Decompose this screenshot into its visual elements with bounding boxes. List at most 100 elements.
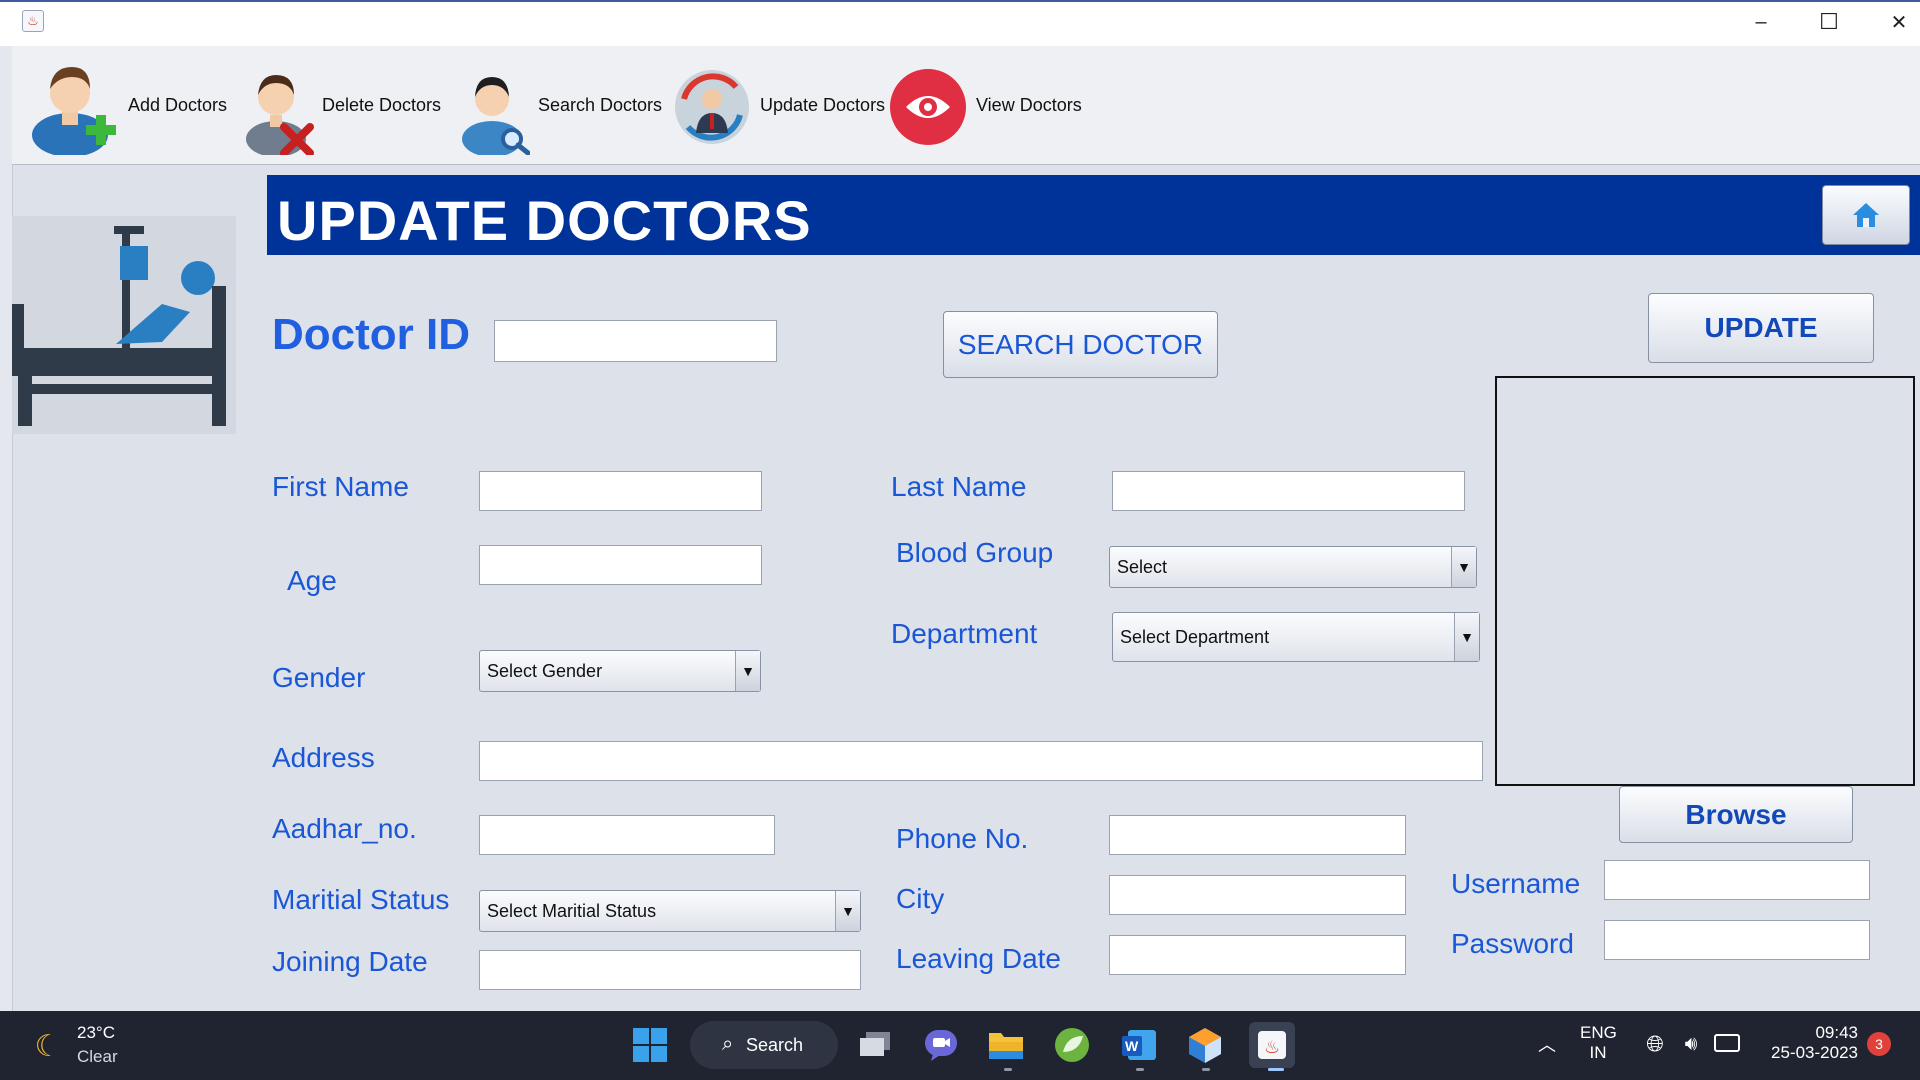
teams-chat-icon[interactable] [918,1022,964,1068]
doctor-id-label: Doctor ID [272,310,470,359]
browse-button[interactable]: Browse [1619,786,1853,843]
first-name-input[interactable] [479,471,762,511]
marital-status-select-value: Select Maritial Status [487,900,657,921]
weather-condition: Clear [77,1047,118,1066]
volume-icon[interactable]: 🔊︎ [1677,1030,1705,1058]
leaving-date-label: Leaving Date [896,943,1062,974]
toolbar-delete-doctors[interactable]: Delete Doctors [244,46,441,164]
update-button[interactable]: UPDATE [1648,293,1874,363]
taskbar-search[interactable]: ⌕ Search [690,1021,838,1069]
windows-start-button[interactable] [627,1022,673,1068]
blood-group-select[interactable]: Select ▼ [1109,546,1477,588]
leaving-date-input[interactable] [1109,935,1406,975]
address-label: Address [272,742,375,773]
joining-date-input[interactable] [479,950,861,990]
chevron-up-icon[interactable]: ︿ [1535,1030,1559,1058]
java-app-icon: ♨ [22,10,44,32]
weather-temp[interactable]: 23°C [77,1023,115,1043]
page-title: UPDATE DOCTORS [277,189,812,252]
clock-time: 09:43 [1815,1023,1858,1042]
phone-input[interactable] [1109,815,1406,855]
username-label: Username [1451,868,1581,899]
search-doctors-label: Search Doctors [538,94,663,115]
netbeans-icon[interactable] [1182,1022,1228,1068]
age-label: Age [287,565,337,596]
view-doctors-label: View Doctors [976,94,1082,115]
last-name-input[interactable] [1112,471,1465,511]
svg-text:W: W [1125,1038,1139,1054]
password-label: Password [1451,928,1574,959]
running-indicator [1202,1068,1210,1071]
city-label: City [896,883,945,914]
minimize-button[interactable]: – [1738,6,1784,38]
clock-date: 25-03-2023 [1771,1043,1858,1062]
view-doctor-icon [888,55,968,155]
password-input[interactable] [1604,920,1870,960]
city-input[interactable] [1109,875,1406,915]
department-select-value: Select Department [1120,626,1270,647]
task-view-icon[interactable] [853,1022,899,1068]
toolbar-search-doctors[interactable]: Search Doctors [460,46,662,164]
region-code: IN [1589,1043,1607,1062]
taskbar-search-label: Search [746,1034,804,1055]
spring-tool-icon[interactable] [1049,1022,1095,1068]
delete-doctors-label: Delete Doctors [322,94,442,115]
running-indicator [1136,1068,1144,1071]
moon-weather-icon: ☾ [34,1029,62,1063]
toolbar-add-doctors[interactable]: Add Doctors [28,46,227,164]
notification-badge[interactable]: 3 [1867,1032,1891,1056]
add-doctors-label: Add Doctors [128,94,228,115]
word-icon[interactable]: W [1116,1022,1162,1068]
home-icon [1853,203,1879,227]
first-name-label: First Name [272,471,409,502]
age-input[interactable] [479,545,762,585]
gender-label: Gender [272,662,366,693]
update-doctor-icon [672,55,752,155]
maximize-button[interactable]: ☐ [1806,6,1852,38]
marital-status-label: Maritial Status [272,884,450,915]
home-button[interactable] [1822,185,1910,245]
language-indicator[interactable]: ENG IN [1580,1023,1617,1063]
close-button[interactable]: ✕ [1876,6,1920,38]
toolbar-update-doctors[interactable]: Update Doctors [672,46,885,164]
toolbar: Add Doctors Delete Doctors Search Doctor… [12,46,1920,165]
username-input[interactable] [1604,860,1870,900]
search-doctor-button[interactable]: SEARCH DOCTOR [943,311,1218,378]
network-icon[interactable]: 🌐︎ [1641,1030,1669,1058]
last-name-label: Last Name [891,471,1027,502]
hospital-bed-icon [12,216,236,434]
blood-group-label: Blood Group [896,537,1054,568]
chevron-down-icon: ▼ [735,651,760,691]
chevron-down-icon: ▼ [835,891,860,931]
search-doctor-icon [460,55,531,157]
marital-status-select[interactable]: Select Maritial Status ▼ [479,890,861,932]
battery-icon[interactable] [1714,1034,1740,1052]
doctor-id-input[interactable] [494,320,777,362]
phone-label: Phone No. [896,823,1029,854]
clock[interactable]: 09:43 25-03-2023 [1762,1023,1858,1063]
aadhar-input[interactable] [479,815,775,855]
toolbar-view-doctors[interactable]: View Doctors [888,46,1082,164]
add-doctor-icon [28,55,120,157]
language-code: ENG [1580,1023,1617,1042]
windows-logo-icon [633,1028,667,1062]
running-indicator [1004,1068,1012,1071]
file-explorer-icon[interactable] [983,1022,1029,1068]
doctor-photo-box [1495,376,1915,786]
department-label: Department [891,618,1038,649]
address-input[interactable] [479,741,1483,781]
joining-date-label: Joining Date [272,946,428,977]
blood-group-select-value: Select [1117,556,1168,577]
left-window-edge [0,46,13,1011]
delete-doctor-icon [244,55,314,157]
search-icon: ⌕ [722,1033,734,1055]
java-app-taskbar-icon[interactable]: ♨ [1249,1022,1295,1068]
chevron-down-icon: ▼ [1451,547,1476,587]
gender-select-value: Select Gender [487,660,603,681]
department-select[interactable]: Select Department ▼ [1112,612,1480,662]
window-titlebar [0,0,1920,46]
svg-text:♨: ♨ [1264,1037,1280,1058]
chevron-down-icon: ▼ [1454,613,1479,661]
gender-select[interactable]: Select Gender ▼ [479,650,761,692]
active-indicator [1268,1068,1284,1071]
